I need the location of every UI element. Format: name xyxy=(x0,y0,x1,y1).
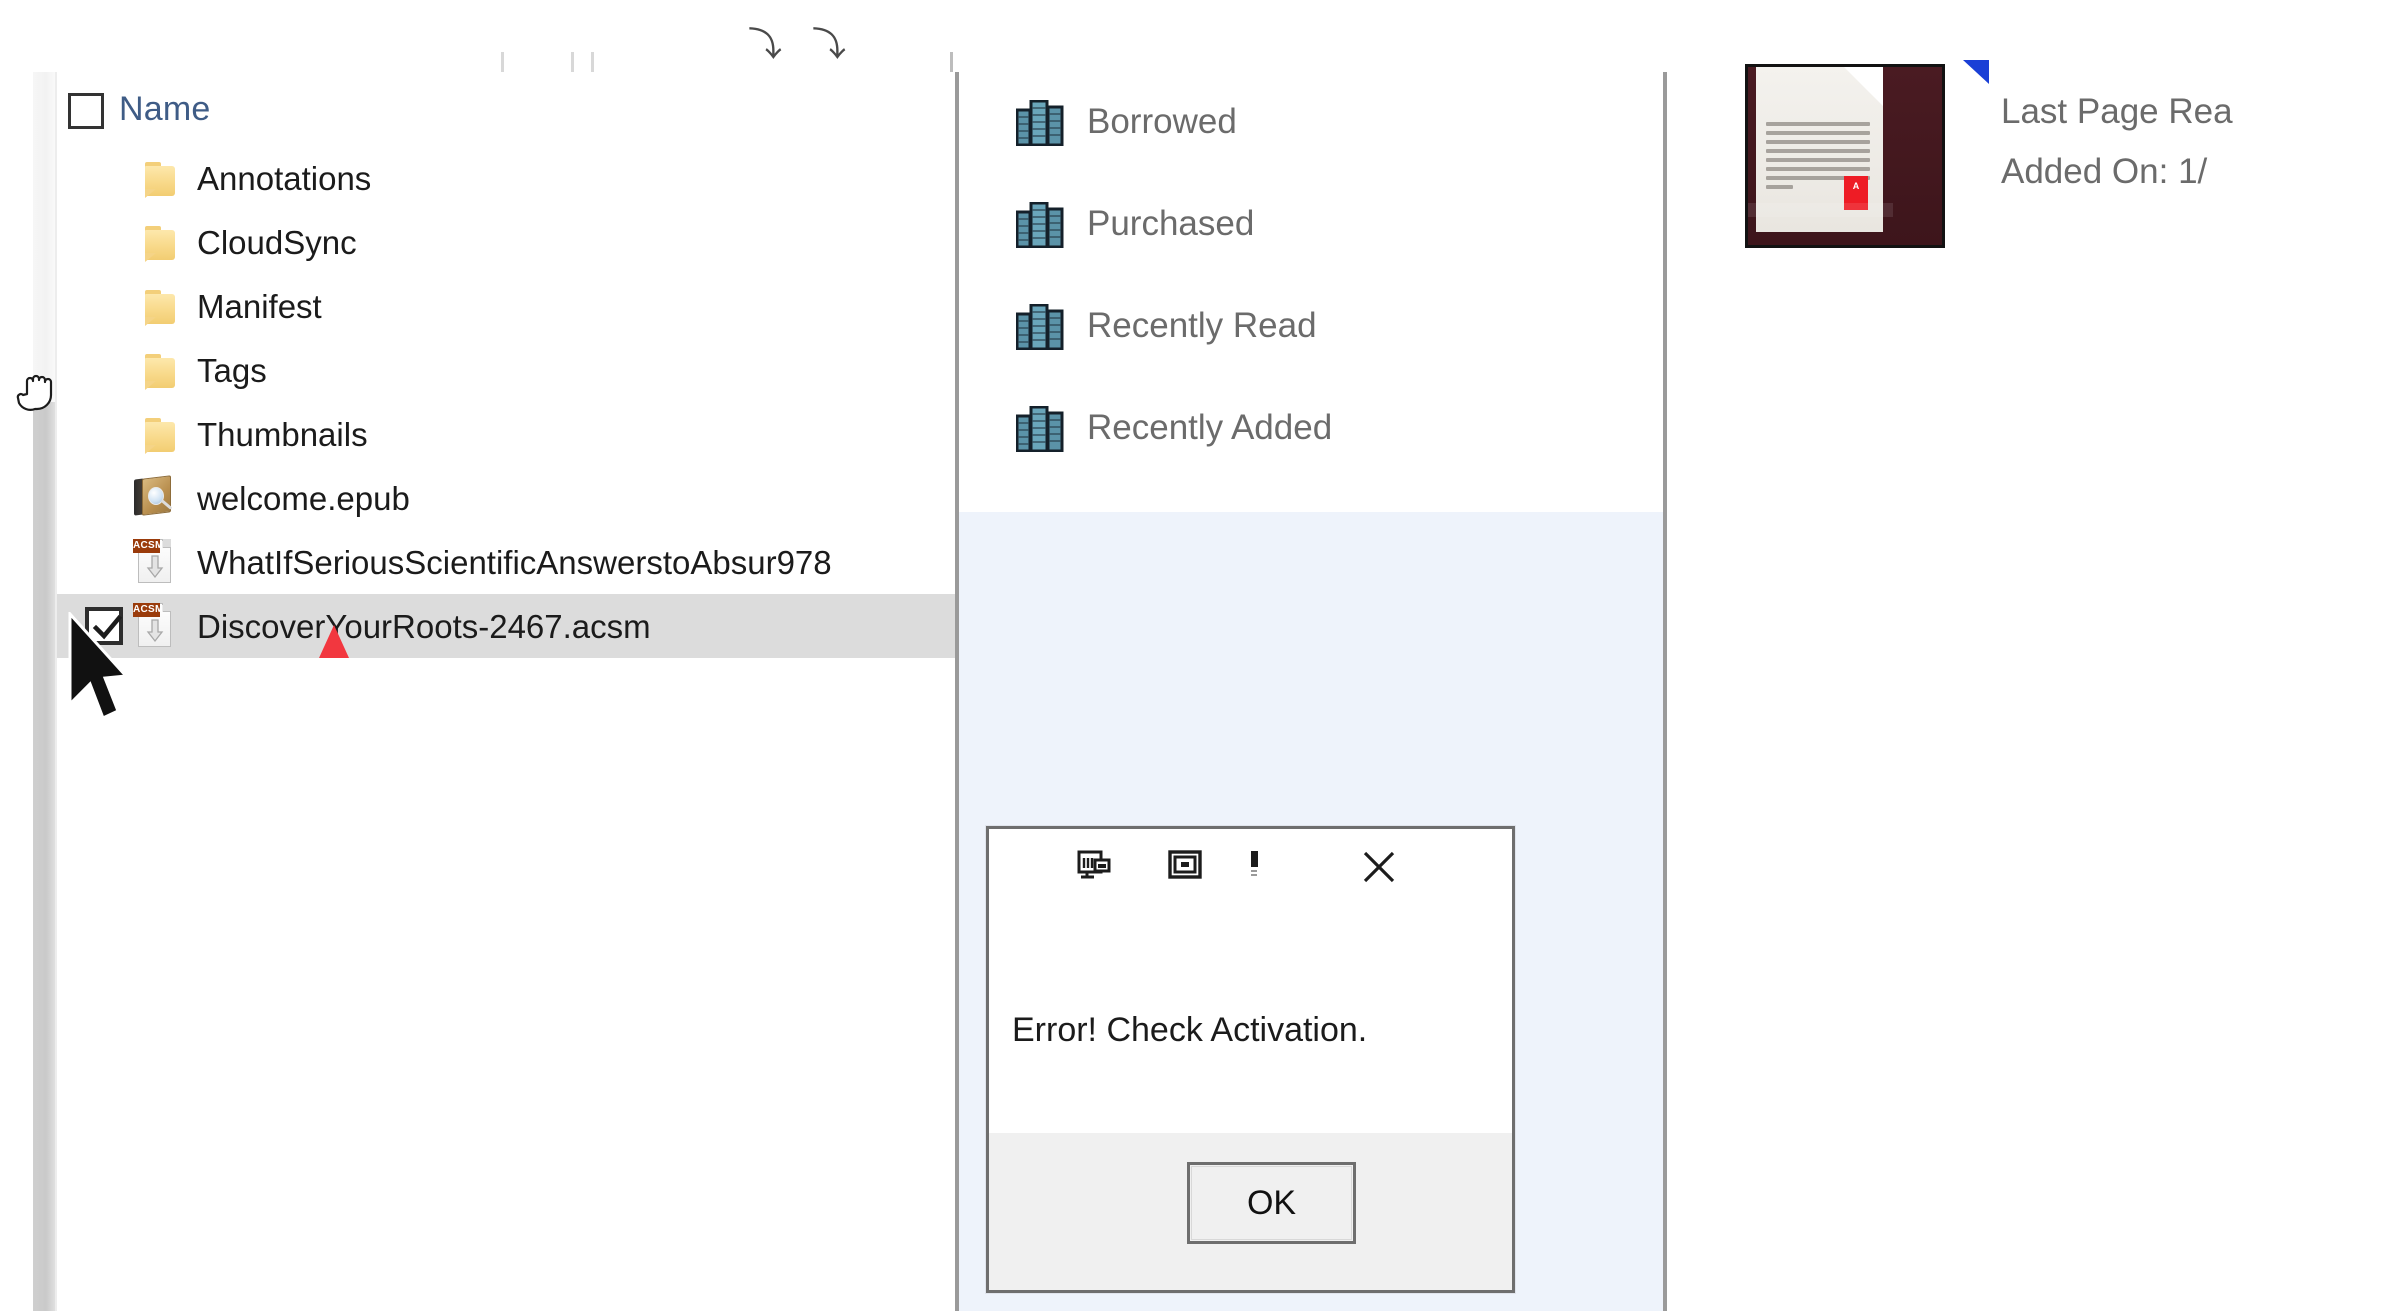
dialog-message-text: Error! Check Activation. xyxy=(1012,1011,1368,1049)
table-row[interactable]: welcome.epub xyxy=(57,466,955,530)
ok-button[interactable]: OK xyxy=(1187,1162,1356,1244)
file-list-header: Name xyxy=(57,72,955,146)
window-maximize-icon[interactable] xyxy=(1167,847,1203,883)
sidebar-item-label: Purchased xyxy=(1087,204,1255,243)
file-name-label: Tags xyxy=(197,352,267,389)
acsm-file-icon: ACSM xyxy=(133,537,179,583)
error-dialog: Error! Check Activation. OK xyxy=(986,826,1515,1293)
table-row[interactable]: Annotations xyxy=(57,146,955,210)
cover-inner-shadow xyxy=(1748,203,1893,217)
splitter-lower xyxy=(33,402,57,1311)
sidebar-item-purchased[interactable]: Purchased xyxy=(959,174,1663,276)
bookshelf-icon xyxy=(1015,99,1064,147)
table-row[interactable]: ACSM DiscoverYourRoots-2467.acsm xyxy=(57,594,955,658)
select-all-checkbox[interactable] xyxy=(68,93,104,129)
table-row[interactable]: Thumbnails xyxy=(57,402,955,466)
table-row[interactable]: ACSM WhatIfSeriousScientificAnswerstoAbs… xyxy=(57,530,955,594)
epub-book-icon xyxy=(131,474,177,520)
file-name-label: Thumbnails xyxy=(197,416,368,453)
folder-icon xyxy=(137,348,183,394)
download-arrow-icon xyxy=(146,555,164,579)
red-triangle-cursor-icon xyxy=(318,625,350,659)
hand-cursor-icon xyxy=(16,370,56,414)
folder-icon xyxy=(137,412,183,458)
new-item-corner-badge-icon xyxy=(1963,60,1989,84)
toolbar-glyph-right[interactable]: ⤵ xyxy=(812,28,846,62)
dialog-body: Error! Check Activation. xyxy=(989,901,1512,1133)
file-name-label: Manifest xyxy=(197,288,322,325)
file-name-label: WhatIfSeriousScientificAnswerstoAbsur978 xyxy=(197,544,832,581)
folder-icon xyxy=(137,156,183,202)
dialog-titlebar[interactable] xyxy=(989,829,1512,901)
table-row[interactable]: Manifest xyxy=(57,274,955,338)
sidebar-item-label: Recently Read xyxy=(1087,306,1317,345)
file-name-label: welcome.epub xyxy=(197,480,410,517)
toolbar-glyph-left[interactable]: ⤵ xyxy=(748,28,782,62)
book-cover-thumbnail[interactable]: A xyxy=(1745,64,1945,248)
bookshelf-icon xyxy=(1015,405,1064,453)
table-row[interactable]: Tags xyxy=(57,338,955,402)
adobe-logo-text: A xyxy=(1852,181,1860,191)
sidebar-item-label: Borrowed xyxy=(1087,102,1237,141)
sidebar-item-label: Recently Added xyxy=(1087,408,1333,447)
acsm-file-icon: ACSM xyxy=(133,601,179,647)
screen: ⤵ ⤵ ∧ Name Annotations CloudS xyxy=(0,0,2381,1311)
file-name-label: CloudSync xyxy=(197,224,357,261)
file-name-label: Annotations xyxy=(197,160,372,197)
file-list-pane: Name Annotations CloudSync Manifest Tags… xyxy=(57,72,955,1311)
download-arrow-icon xyxy=(146,619,164,643)
close-icon[interactable] xyxy=(1357,845,1401,889)
table-row[interactable]: CloudSync xyxy=(57,210,955,274)
bookshelf-icon xyxy=(1015,303,1064,351)
sidebar-item-recently-added[interactable]: Recently Added xyxy=(959,378,1663,480)
dialog-footer: OK xyxy=(989,1133,1512,1290)
splitter-upper xyxy=(33,72,57,402)
bookshelf-icon xyxy=(1015,201,1064,249)
sidebar-item-recently-read[interactable]: Recently Read xyxy=(959,276,1663,378)
file-name-label: DiscoverYourRoots-2467.acsm xyxy=(197,608,651,645)
page-curl xyxy=(1841,67,1883,106)
mouse-pointer-icon xyxy=(68,610,130,724)
window-restore-icon[interactable] xyxy=(1076,847,1112,883)
last-page-read-label: Last Page Rea xyxy=(2001,92,2233,131)
added-on-label: Added On: 1/ xyxy=(2001,152,2208,191)
window-minimize-icon[interactable] xyxy=(1247,847,1283,883)
book-details-pane: A Last Page Rea Added On: 1/ xyxy=(1671,0,2381,1311)
acsm-badge-label: ACSM xyxy=(133,539,164,553)
shelf-list: Borrowed Purchased Recently Read Recentl… xyxy=(959,72,1663,480)
folder-icon xyxy=(137,284,183,330)
folder-icon xyxy=(137,220,183,266)
vertical-splitter[interactable] xyxy=(33,72,57,1311)
sidebar-item-borrowed[interactable]: Borrowed xyxy=(959,72,1663,174)
column-header-name[interactable]: Name xyxy=(119,90,211,129)
acsm-badge-label: ACSM xyxy=(133,603,164,617)
